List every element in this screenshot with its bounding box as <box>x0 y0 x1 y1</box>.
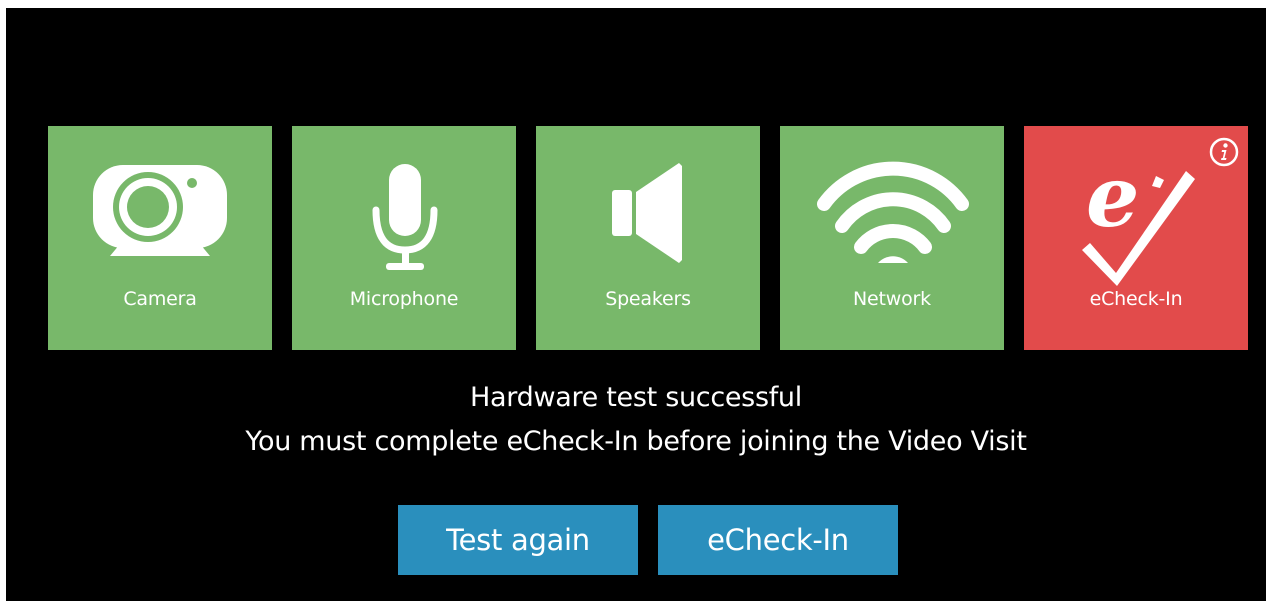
status-messages: Hardware test successful You must comple… <box>6 376 1266 464</box>
tile-echeckin[interactable]: e eCheck-In <box>1024 126 1248 350</box>
hardware-tiles: Camera Microphone Speakers Network e eCh… <box>48 126 1248 350</box>
tile-network[interactable]: Network <box>780 126 1004 350</box>
action-buttons: Test again eCheck-In <box>398 505 898 575</box>
tile-speakers-label: Speakers <box>605 288 691 310</box>
echeckin-button[interactable]: eCheck-In <box>658 505 898 575</box>
tile-network-label: Network <box>853 288 931 310</box>
tile-camera-label: Camera <box>123 288 197 310</box>
test-again-button[interactable]: Test again <box>398 505 638 575</box>
info-icon[interactable] <box>1208 136 1240 168</box>
speaker-icon <box>536 126 760 286</box>
tile-speakers[interactable]: Speakers <box>536 126 760 350</box>
camera-icon <box>48 126 272 286</box>
tile-camera[interactable]: Camera <box>48 126 272 350</box>
tile-microphone-label: Microphone <box>349 288 459 310</box>
status-line-instruction: You must complete eCheck-In before joini… <box>245 426 1027 457</box>
tile-echeckin-label: eCheck-In <box>1089 288 1183 310</box>
microphone-icon <box>292 126 516 286</box>
svg-text:e: e <box>1086 147 1139 246</box>
hardware-test-panel: Camera Microphone Speakers Network e eCh… <box>6 8 1266 601</box>
wifi-icon <box>780 126 1004 286</box>
tile-microphone[interactable]: Microphone <box>292 126 516 350</box>
status-line-success: Hardware test successful <box>470 382 802 413</box>
